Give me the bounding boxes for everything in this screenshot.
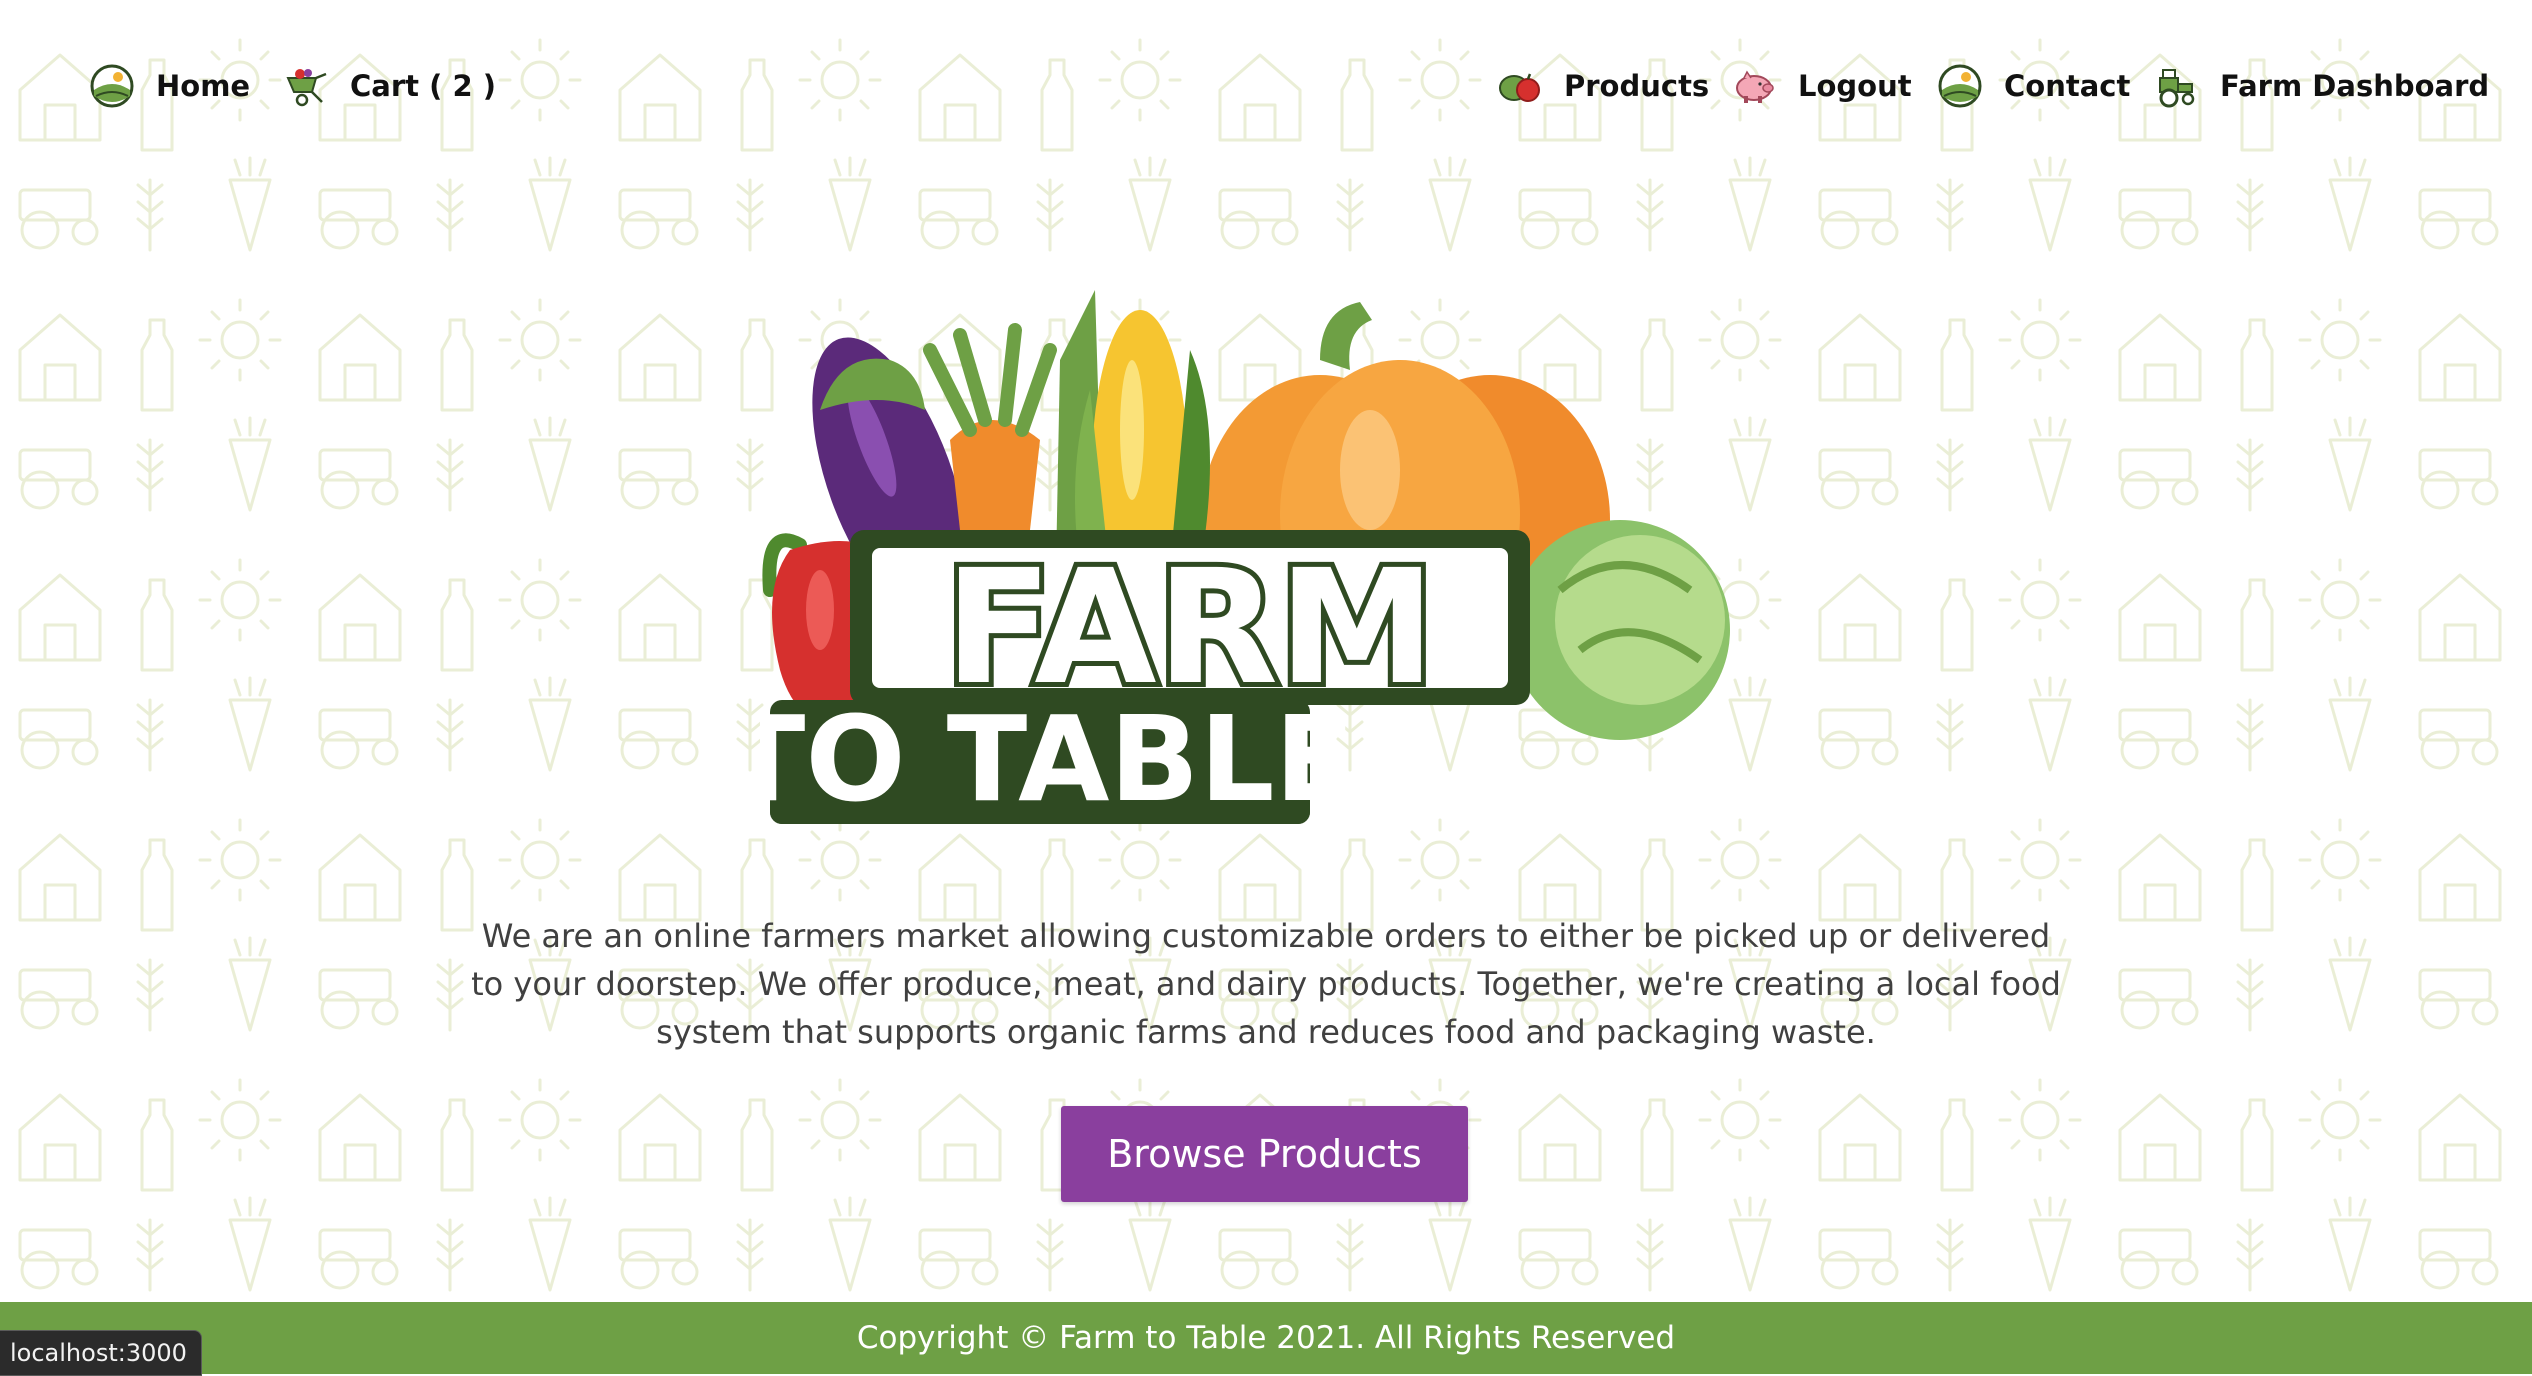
wheelbarrow-icon — [282, 62, 330, 110]
logo-line2: TO TABLE — [760, 690, 1355, 828]
top-navigation: Home Cart ( 2 ) Products Logout Contact … — [0, 56, 2532, 116]
nav-farm-dashboard-link[interactable]: Farm Dashboard — [2152, 56, 2489, 116]
nav-logout-label: Logout — [1798, 69, 1912, 103]
nav-contact-label: Contact — [2004, 69, 2131, 103]
nav-logout-link[interactable]: Logout — [1730, 56, 1912, 116]
farm-landscape-icon — [1936, 62, 1984, 110]
produce-icon — [1496, 62, 1544, 110]
cabbage-illustration — [1510, 520, 1730, 740]
nav-cart-link[interactable]: Cart ( 2 ) — [282, 56, 496, 116]
nav-farm-dashboard-label: Farm Dashboard — [2220, 69, 2490, 103]
nav-cart-label: Cart ( 2 ) — [350, 69, 496, 103]
farm-landscape-icon — [88, 62, 136, 110]
farm-to-table-logo: FARM TO TABLE — [760, 290, 1760, 870]
nav-home-label: Home — [156, 69, 251, 103]
nav-products-label: Products — [1564, 69, 1710, 103]
pig-icon — [1730, 62, 1778, 110]
nav-contact-link[interactable]: Contact — [1936, 56, 2130, 116]
nav-home-link[interactable]: Home — [88, 56, 250, 116]
browse-products-button[interactable]: Browse Products — [1061, 1106, 1468, 1202]
footer: Copyright © Farm to Table 2021. All Righ… — [0, 1302, 2532, 1374]
tractor-icon — [2152, 62, 2200, 110]
nav-products-link[interactable]: Products — [1496, 56, 1709, 116]
footer-copyright: Copyright © Farm to Table 2021. All Righ… — [856, 1320, 1676, 1356]
hero-description: We are an online farmers market allowing… — [471, 917, 2061, 1051]
status-bar-url: localhost:3000 — [0, 1330, 202, 1376]
